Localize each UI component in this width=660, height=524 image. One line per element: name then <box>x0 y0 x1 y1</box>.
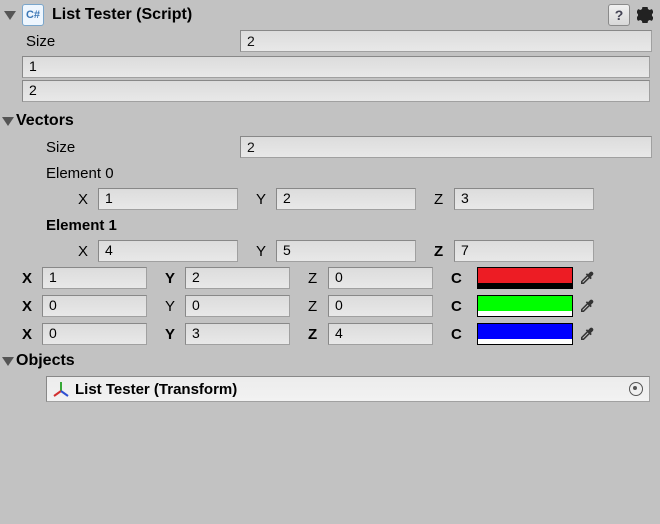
element1-y-field[interactable]: 5 <box>276 240 416 262</box>
objects-title: Objects <box>16 352 75 370</box>
color0-x-field[interactable]: 1 <box>42 267 147 289</box>
color2-y-field[interactable]: 3 <box>185 323 290 345</box>
color2-swatch[interactable] <box>477 323 573 345</box>
objects-section-header: Objects <box>0 348 660 374</box>
color0-x-label: X <box>22 270 42 287</box>
element0-z-field[interactable]: 3 <box>454 188 594 210</box>
element1-y-label: Y <box>256 243 276 260</box>
color2-y-label: Y <box>165 326 185 343</box>
color-rows-container: X1Y2Z0CX0Y0Z0CX0Y3Z4C <box>0 264 660 348</box>
vectors-element0-label: Element 0 <box>0 160 660 186</box>
color0-swatch[interactable] <box>477 267 573 289</box>
objects-element0-field[interactable]: List Tester (Transform) <box>46 376 650 402</box>
color-row-1: X0Y0Z0C <box>0 292 660 320</box>
element0-y-label: Y <box>256 191 276 208</box>
color1-y-field[interactable]: 0 <box>185 295 290 317</box>
gear-icon[interactable] <box>636 6 654 24</box>
vectors-element1-row: X 4 Y 5 Z 7 <box>0 238 660 264</box>
eyedropper-icon[interactable] <box>579 298 595 314</box>
color-row-2: X0 Y3 Z4 C <box>0 320 660 348</box>
vectors-size-row: Size 2 <box>0 134 660 160</box>
color1-x-field[interactable]: 0 <box>42 295 147 317</box>
int-list-size-field[interactable]: 2 <box>240 30 652 52</box>
element1-z-field[interactable]: 7 <box>454 240 594 262</box>
color1-z-label: Z <box>308 298 328 315</box>
vectors-size-field[interactable]: 2 <box>240 136 652 158</box>
component-foldout[interactable] <box>4 11 16 20</box>
vectors-foldout[interactable] <box>2 117 14 126</box>
objects-element0-text: List Tester (Transform) <box>75 381 237 398</box>
eyedropper-icon[interactable] <box>579 326 595 342</box>
int-list-item-1[interactable]: 2 <box>22 80 650 102</box>
color2-z-field[interactable]: 4 <box>328 323 433 345</box>
color2-x-label: X <box>22 326 42 343</box>
element0-x-label: X <box>78 191 98 208</box>
color2-x-field[interactable]: 0 <box>42 323 147 345</box>
element1-x-label: X <box>78 243 98 260</box>
element1-label: Element 1 <box>46 217 117 234</box>
color1-c-label: C <box>451 298 471 315</box>
color1-swatch[interactable] <box>477 295 573 317</box>
color1-x-label: X <box>22 298 42 315</box>
component-title: List Tester (Script) <box>52 6 608 24</box>
vectors-title: Vectors <box>16 112 74 130</box>
color0-y-field[interactable]: 2 <box>185 267 290 289</box>
element1-z-label: Z <box>434 243 454 260</box>
color0-z-label: Z <box>308 270 328 287</box>
int-list-size-label: Size <box>26 33 240 50</box>
vectors-element1-label: Element 1 <box>0 212 660 238</box>
int-list-size-row: Size 2 <box>0 28 660 54</box>
int-list-item-0[interactable]: 1 <box>22 56 650 78</box>
eyedropper-icon[interactable] <box>579 270 595 286</box>
color0-y-label: Y <box>165 270 185 287</box>
color-row-0: X1 Y2 Z0 C <box>0 264 660 292</box>
transform-icon <box>53 381 69 397</box>
object-picker-icon[interactable] <box>629 382 643 396</box>
csharp-script-icon: C# <box>22 4 44 26</box>
element0-label: Element 0 <box>46 165 114 182</box>
color1-z-field[interactable]: 0 <box>328 295 433 317</box>
help-icon[interactable]: ? <box>608 4 630 26</box>
element0-y-field[interactable]: 2 <box>276 188 416 210</box>
inspector-panel: C# List Tester (Script) ? Size 2 1 2 Vec… <box>0 0 660 402</box>
component-header: C# List Tester (Script) ? <box>0 0 660 28</box>
vectors-size-label: Size <box>46 139 240 156</box>
element1-x-field[interactable]: 4 <box>98 240 238 262</box>
vectors-element0-row: X 1 Y 2 Z 3 <box>0 186 660 212</box>
color2-z-label: Z <box>308 326 328 343</box>
color2-c-label: C <box>451 326 471 343</box>
element0-x-field[interactable]: 1 <box>98 188 238 210</box>
vectors-section-header: Vectors <box>0 108 660 134</box>
element0-z-label: Z <box>434 191 454 208</box>
color1-y-label: Y <box>165 298 185 315</box>
color0-z-field[interactable]: 0 <box>328 267 433 289</box>
objects-foldout[interactable] <box>2 357 14 366</box>
color0-c-label: C <box>451 270 471 287</box>
